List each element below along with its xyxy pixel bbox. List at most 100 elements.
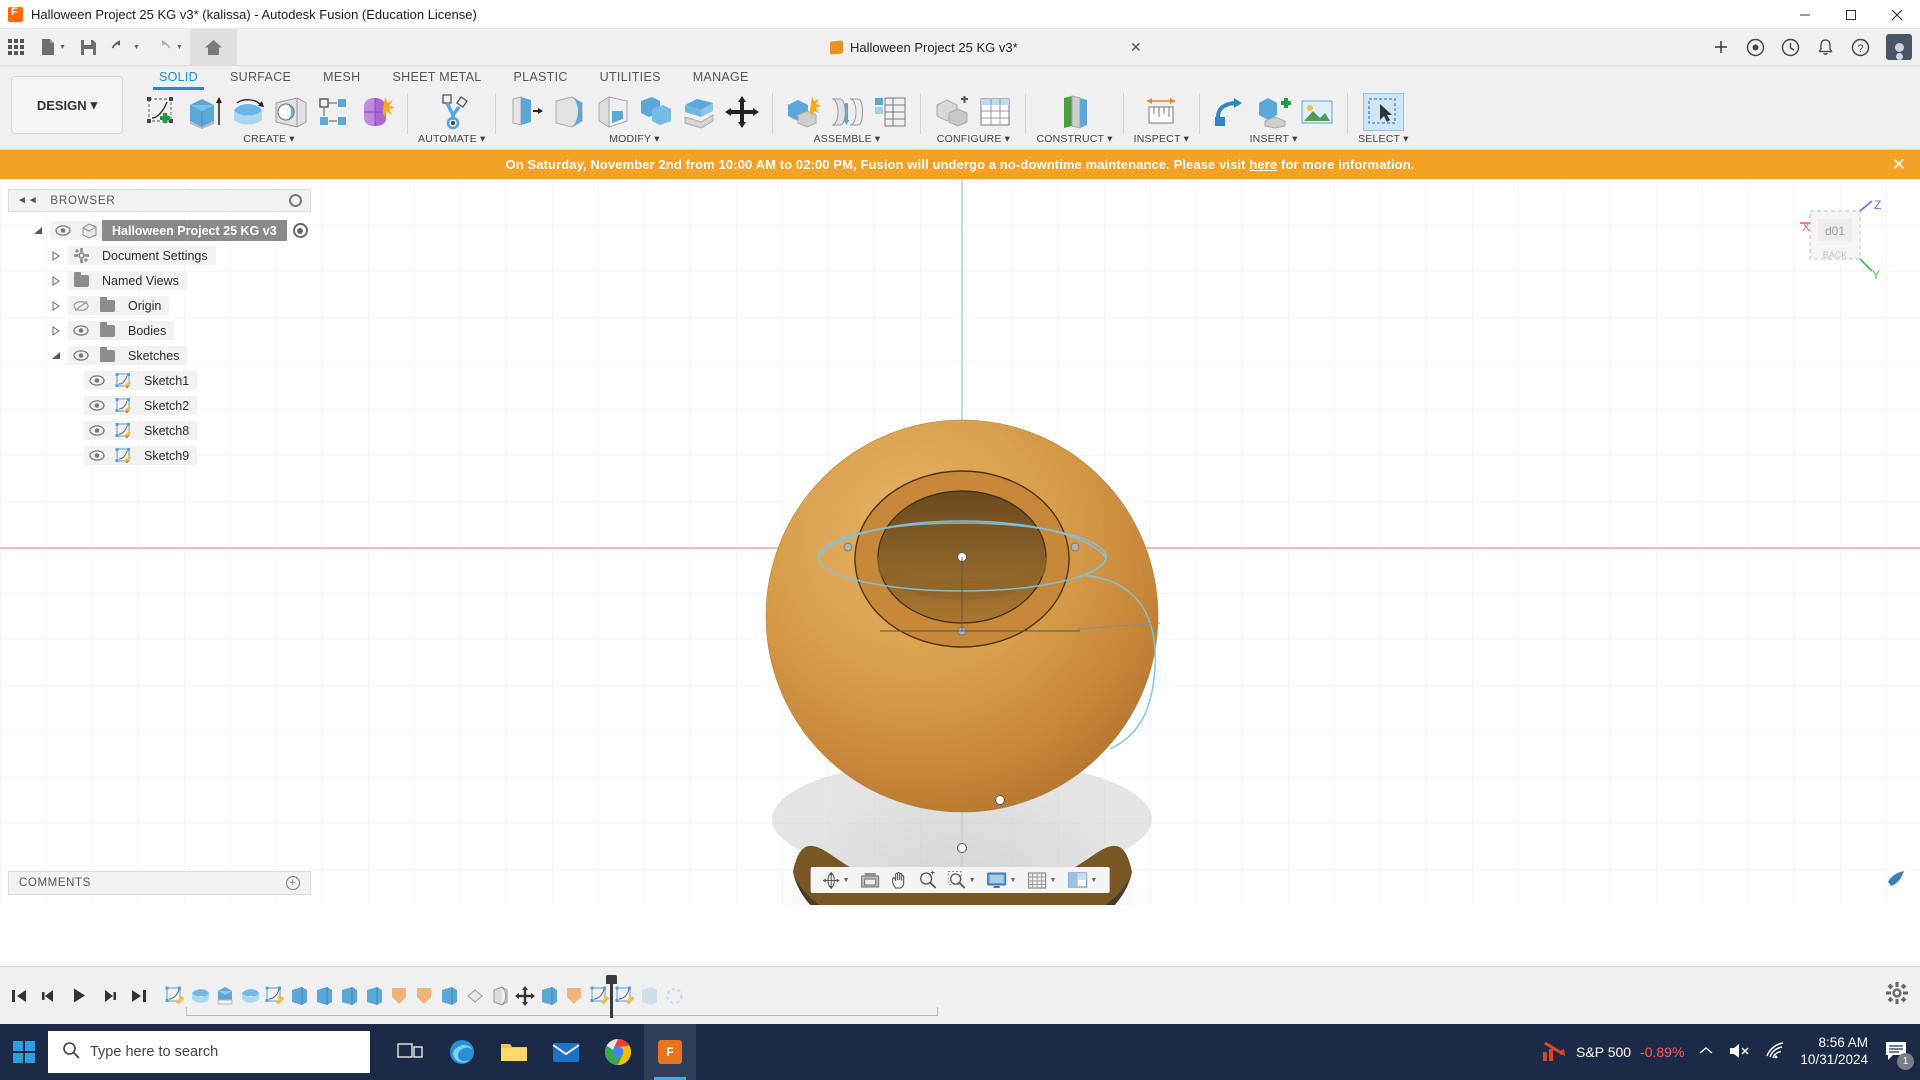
timeline-cut-icon[interactable] (562, 982, 587, 1010)
pattern-icon[interactable] (313, 93, 354, 131)
chrome-icon[interactable] (592, 1024, 644, 1080)
timeline-sketch-icon[interactable] (262, 982, 287, 1010)
tab-sheet-metal[interactable]: SHEET METAL (376, 66, 497, 87)
stock-widget[interactable]: S&P 500 -0.89% (1541, 1040, 1684, 1065)
chevron-down-icon[interactable]: ▼ (1010, 877, 1017, 884)
visibility-eye-hidden-icon[interactable] (68, 296, 94, 315)
create-sketch-icon[interactable] (141, 93, 182, 131)
fusion-team-icon[interactable] (1886, 868, 1906, 893)
timeline-dim-pattern-icon[interactable] (662, 982, 687, 1010)
timeline-extrude-icon[interactable] (437, 982, 462, 1010)
measure-icon[interactable] (1141, 93, 1182, 131)
step-back-icon[interactable] (36, 983, 62, 1009)
timeline-revolve-icon[interactable] (237, 982, 262, 1010)
edge-icon[interactable] (436, 1024, 488, 1080)
extension-icon[interactable] (1746, 38, 1765, 57)
visibility-eye-icon[interactable] (84, 371, 110, 390)
tree-item-document-settings[interactable]: Document Settings (8, 243, 311, 268)
zoom-window-button[interactable]: ▼ (944, 871, 980, 889)
group-label-construct[interactable]: CONSTRUCT ▾ (1036, 133, 1112, 145)
minimize-button[interactable] (1782, 0, 1828, 29)
insert-canvas-icon[interactable] (1296, 93, 1337, 131)
group-label-automate[interactable]: AUTOMATE ▾ (418, 133, 485, 145)
select-icon[interactable] (1362, 93, 1404, 131)
grid-snaps-button[interactable]: ▼ (1023, 872, 1060, 889)
jobs-icon[interactable] (1781, 38, 1800, 57)
timeline-extrude-icon[interactable] (287, 982, 312, 1010)
timeline-extrude-icon[interactable] (212, 982, 237, 1010)
timeline-shell-icon[interactable] (487, 982, 512, 1010)
orbit-button[interactable]: ▼ (819, 871, 854, 889)
timeline-dim-extrude-icon[interactable] (637, 982, 662, 1010)
skip-start-icon[interactable] (6, 983, 32, 1009)
joint-icon[interactable] (826, 93, 867, 131)
combine-icon[interactable] (635, 93, 676, 131)
insert-derive-icon[interactable] (1210, 93, 1251, 131)
undo-icon[interactable]: ▼ (104, 29, 147, 66)
configure-icon[interactable] (931, 93, 972, 131)
skip-end-icon[interactable] (126, 983, 152, 1009)
timeline-revolve-icon[interactable] (187, 982, 212, 1010)
timeline-cut-icon[interactable] (412, 982, 437, 1010)
expander-expanded-icon[interactable] (44, 351, 68, 361)
document-tab-close[interactable]: ✕ (1130, 39, 1142, 56)
tree-item-sketch1[interactable]: Sketch1 (8, 368, 311, 393)
chevron-down-icon[interactable]: ▼ (1090, 877, 1097, 884)
workspace-switcher[interactable]: DESIGN ▾ (11, 76, 123, 134)
close-button[interactable] (1874, 0, 1920, 29)
wifi-icon[interactable] (1764, 1041, 1786, 1063)
new-document-icon[interactable]: ▼ (32, 29, 73, 66)
press-pull-icon[interactable] (506, 93, 547, 131)
tree-item-sketch8[interactable]: Sketch8 (8, 418, 311, 443)
revolve-icon[interactable] (227, 93, 268, 131)
timeline-track[interactable] (186, 1007, 938, 1016)
shell-icon[interactable] (592, 93, 633, 131)
tree-item-root[interactable]: Halloween Project 25 KG v3 (8, 218, 311, 243)
visibility-eye-icon[interactable] (50, 221, 76, 240)
look-at-button[interactable] (857, 872, 884, 888)
pan-button[interactable] (887, 871, 912, 889)
task-view-icon[interactable] (384, 1024, 436, 1080)
timeline-sketch-icon[interactable] (587, 982, 612, 1010)
group-label-create[interactable]: CREATE ▾ (243, 133, 295, 145)
browser-options-icon[interactable] (289, 194, 302, 207)
timeline-settings-icon[interactable] (1886, 982, 1908, 1009)
group-label-insert[interactable]: INSERT ▾ (1250, 133, 1298, 145)
timeline-extrude-icon[interactable] (312, 982, 337, 1010)
save-icon[interactable] (73, 29, 104, 66)
group-label-modify[interactable]: MODIFY ▾ (609, 133, 660, 145)
expander-collapsed-icon[interactable] (44, 325, 68, 336)
group-label-assemble[interactable]: ASSEMBLE ▾ (814, 133, 881, 145)
root-component-indicator[interactable] (292, 223, 308, 238)
automate-icon[interactable] (431, 93, 472, 131)
zoom-button[interactable] (915, 871, 941, 889)
timeline-extrude-icon[interactable] (537, 982, 562, 1010)
tab-surface[interactable]: SURFACE (214, 66, 307, 87)
comments-panel[interactable]: COMMENTS + (8, 871, 311, 895)
visibility-eye-icon[interactable] (68, 346, 94, 365)
tree-item-sketch2[interactable]: Sketch2 (8, 393, 311, 418)
chevron-down-icon[interactable]: ▼ (843, 877, 850, 884)
form-icon[interactable] (356, 93, 397, 131)
chevron-down-icon[interactable]: ▼ (969, 877, 976, 884)
tab-solid[interactable]: SOLID (143, 66, 214, 90)
timeline-marker[interactable] (606, 975, 617, 1018)
taskbar-clock[interactable]: 8:56 AM 10/31/2024 (1800, 1035, 1868, 1069)
visibility-eye-icon[interactable] (84, 421, 110, 440)
new-component-icon[interactable] (783, 93, 824, 131)
timeline-sketch-icon[interactable] (162, 982, 187, 1010)
tree-item-origin[interactable]: Origin (8, 293, 311, 318)
tab-manage[interactable]: MANAGE (677, 66, 765, 87)
sweep-icon[interactable] (270, 93, 311, 131)
expander-expanded-icon[interactable] (26, 226, 50, 236)
step-forward-icon[interactable] (96, 983, 122, 1009)
timeline-fillet-icon[interactable] (462, 982, 487, 1010)
chevron-down-icon[interactable]: ▼ (1049, 877, 1056, 884)
expander-collapsed-icon[interactable] (44, 300, 68, 311)
expander-collapsed-icon[interactable] (44, 250, 68, 261)
add-comment-button[interactable]: + (286, 876, 300, 890)
tree-item-sketches[interactable]: Sketches (8, 343, 311, 368)
viewport[interactable]: ◄◄ BROWSER Halloween Project 25 KG v3 Do… (0, 179, 1920, 905)
banner-close-button[interactable]: ✕ (1892, 155, 1906, 175)
tab-mesh[interactable]: MESH (307, 66, 376, 87)
